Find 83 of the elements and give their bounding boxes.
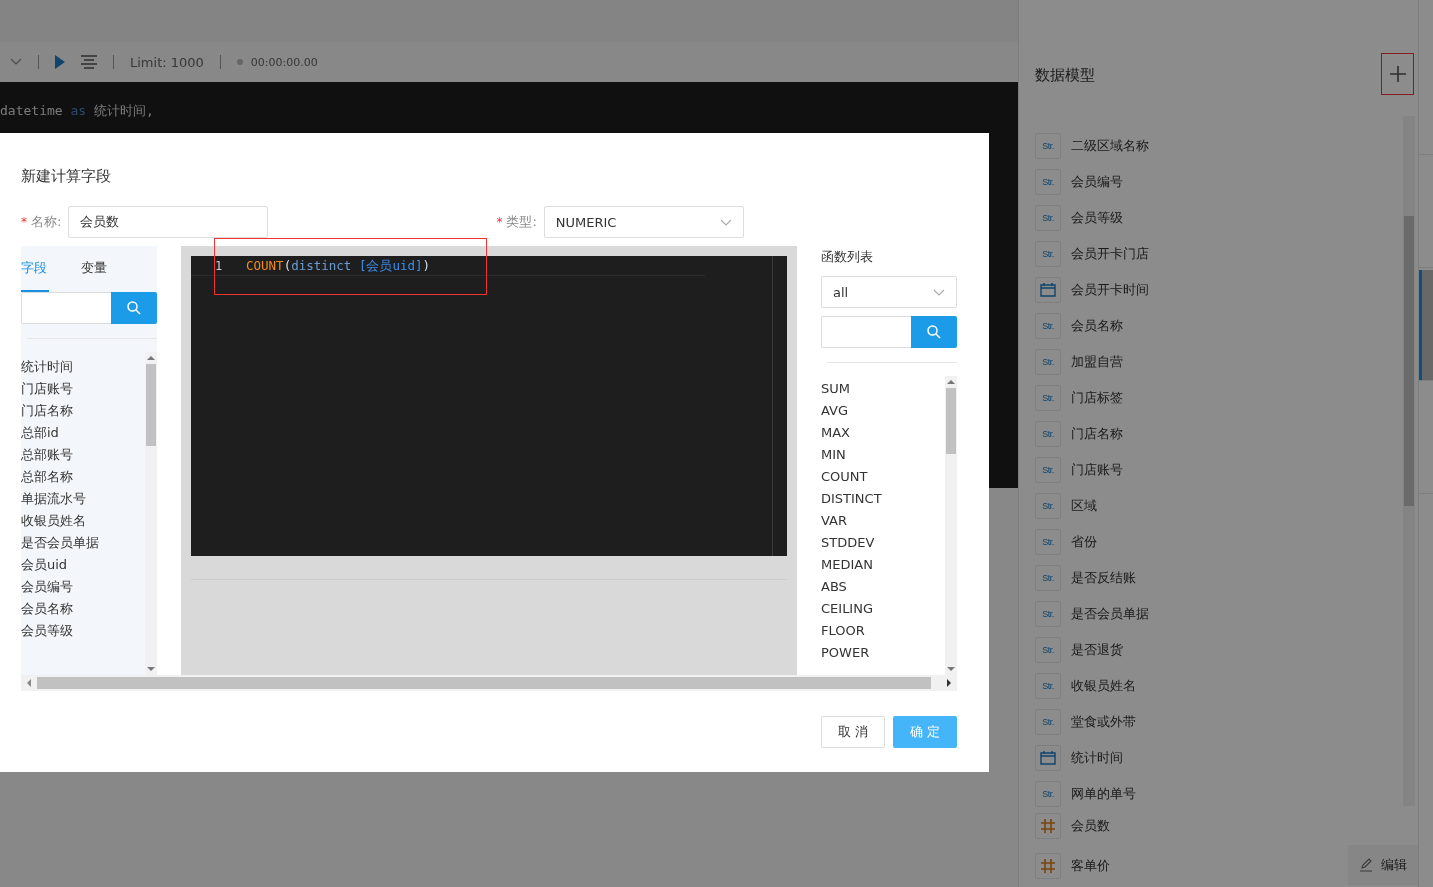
name-input[interactable]: 会员数 — [68, 206, 269, 238]
section-title: 函数列表 — [821, 248, 874, 266]
field-name[interactable]: 堂食或外带 — [1071, 713, 1136, 731]
string-type-badge: Str. — [1035, 205, 1061, 231]
string-type-badge: Str. — [1035, 133, 1061, 159]
function-item[interactable]: FLOOR — [821, 620, 945, 642]
tab[interactable]: 变量 — [81, 246, 141, 292]
field-name[interactable]: 会员开卡时间 — [1071, 281, 1149, 299]
string-type-badge: Str. — [1035, 493, 1061, 519]
form-label: 名称: — [31, 213, 62, 231]
field-item[interactable]: 门店账号 — [21, 378, 145, 400]
function-item[interactable]: DISTINCT — [821, 488, 945, 510]
field-name[interactable]: 统计时间 — [1071, 749, 1123, 767]
field-name[interactable]: 门店标签 — [1071, 389, 1123, 407]
function-item[interactable]: STDDEV — [821, 532, 945, 554]
function-item[interactable]: MAX — [821, 422, 945, 444]
field-name[interactable]: 收银员姓名 — [1071, 677, 1136, 695]
field-name[interactable]: 是否退货 — [1071, 641, 1123, 659]
form-label: 类型: — [506, 213, 537, 231]
required-mark: * — [496, 215, 503, 229]
timer-label: 00:00:00.00 — [250, 55, 318, 69]
dialog-button[interactable]: 取 消 — [821, 716, 885, 748]
function-item[interactable]: POWER — [821, 642, 945, 664]
dialog-title: 新建计算字段 — [21, 166, 112, 187]
string-type-badge: Str. — [1035, 637, 1061, 663]
string-type-badge: Str. — [1035, 709, 1061, 735]
edit-button[interactable]: 编辑 — [1348, 845, 1418, 885]
field-item[interactable]: 单据流水号 — [21, 488, 145, 510]
field-item[interactable]: 会员编号 — [21, 576, 145, 598]
function-item[interactable]: AVG — [821, 400, 945, 422]
field-item[interactable]: 会员等级 — [21, 620, 145, 642]
field-name[interactable]: 是否反结账 — [1071, 569, 1136, 587]
field-name[interactable]: 会员编号 — [1071, 173, 1123, 191]
field-item[interactable]: 总部名称 — [21, 466, 145, 488]
field-item[interactable]: 门店名称 — [21, 400, 145, 422]
field-name[interactable]: 门店账号 — [1071, 461, 1123, 479]
string-type-badge: Str. — [1035, 601, 1061, 627]
function-item[interactable]: ABS — [821, 576, 945, 598]
string-type-badge: Str. — [1035, 421, 1061, 447]
required-mark: * — [21, 215, 27, 229]
string-type-badge: Str. — [1035, 565, 1061, 591]
field-name[interactable]: 会员开卡门店 — [1071, 245, 1149, 263]
category-select[interactable]: all — [821, 276, 957, 308]
field-name[interactable]: 会员名称 — [1071, 317, 1123, 335]
string-type-badge: Str. — [1035, 313, 1061, 339]
field-name[interactable]: 门店名称 — [1071, 425, 1123, 443]
limit-label: Limit: 1000 — [130, 54, 204, 70]
field-name[interactable]: 会员数 — [1071, 817, 1110, 835]
field-item[interactable]: 统计时间 — [21, 356, 145, 378]
field-name[interactable]: 加盟自营 — [1071, 353, 1123, 371]
field-name[interactable]: 会员等级 — [1071, 209, 1123, 227]
field-name[interactable]: 二级区域名称 — [1071, 137, 1149, 155]
string-type-badge: Str. — [1035, 349, 1061, 375]
string-type-badge: Str. — [1035, 169, 1061, 195]
formula-editor[interactable]: 1 COUNT(distinct [会员uid]) — [191, 256, 787, 556]
string-type-badge: Str. — [1035, 529, 1061, 555]
function-item[interactable]: MEDIAN — [821, 554, 945, 576]
function-item[interactable]: COUNT — [821, 466, 945, 488]
field-item[interactable]: 会员名称 — [21, 598, 145, 620]
field-item[interactable]: 收银员姓名 — [21, 510, 145, 532]
string-type-badge: Str. — [1035, 673, 1061, 699]
formula-code: COUNT(distinct [会员uid]) — [246, 257, 431, 275]
field-item[interactable]: 总部id — [21, 422, 145, 444]
string-type-badge: Str. — [1035, 781, 1061, 807]
code-line: datetime as 统计时间, — [0, 102, 155, 120]
field-name[interactable]: 网单的单号 — [1071, 785, 1136, 803]
string-type-badge: Str. — [1035, 241, 1061, 267]
field-name[interactable]: 区域 — [1071, 497, 1097, 515]
function-item[interactable]: CEILING — [821, 598, 945, 620]
string-type-badge: Str. — [1035, 385, 1061, 411]
panel-title: 数据模型 — [1035, 65, 1095, 85]
function-item[interactable]: MIN — [821, 444, 945, 466]
function-item[interactable]: VAR — [821, 510, 945, 532]
function-item[interactable]: SUM — [821, 378, 945, 400]
field-item[interactable]: 是否会员单据 — [21, 532, 145, 554]
field-item[interactable]: 会员uid — [21, 554, 145, 576]
field-name[interactable]: 客单价 — [1071, 857, 1110, 875]
field-item[interactable]: 总部账号 — [21, 444, 145, 466]
string-type-badge: Str. — [1035, 457, 1061, 483]
type-select[interactable]: NUMERIC — [543, 206, 744, 238]
line-number: 1 — [213, 259, 224, 273]
field-name[interactable]: 是否会员单据 — [1071, 605, 1149, 623]
field-name[interactable]: 省份 — [1071, 533, 1097, 551]
